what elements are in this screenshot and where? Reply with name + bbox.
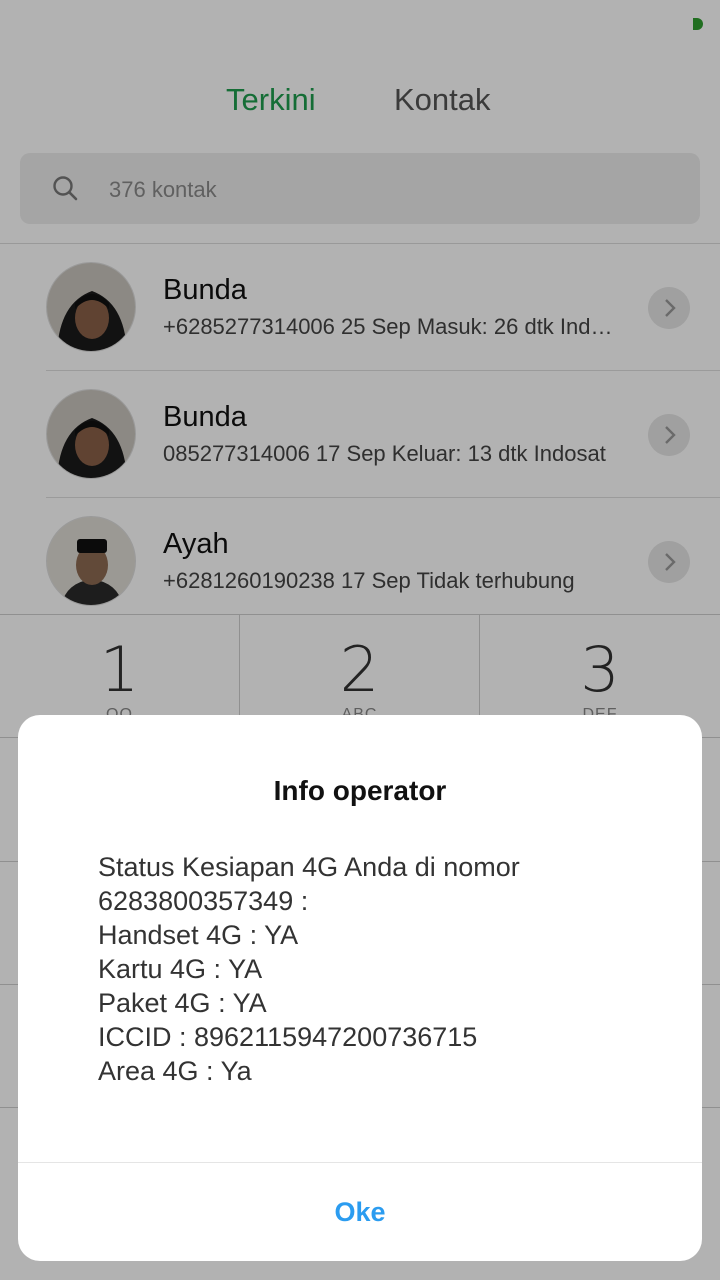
ok-button[interactable]: Oke <box>18 1163 702 1261</box>
message-line: Handset 4G : YA <box>98 920 299 950</box>
message-line: Kartu 4G : YA <box>98 954 263 984</box>
dialer-screen: Terkini Kontak 376 kontak Bunda +6285277… <box>0 0 720 1280</box>
operator-info-dialog: Info operator Status Kesiapan 4G Anda di… <box>18 715 702 1261</box>
message-line: Area 4G : Ya <box>98 1056 252 1086</box>
message-line: ICCID : 8962115947200736715 <box>98 1022 478 1052</box>
message-line: Paket 4G : YA <box>98 988 267 1018</box>
message-line: Status Kesiapan 4G Anda di nomor <box>98 852 520 882</box>
dialog-message: Status Kesiapan 4G Anda di nomor 6283800… <box>98 850 658 1088</box>
dialog-title: Info operator <box>273 775 447 806</box>
message-line: 6283800357349 : <box>98 886 309 916</box>
